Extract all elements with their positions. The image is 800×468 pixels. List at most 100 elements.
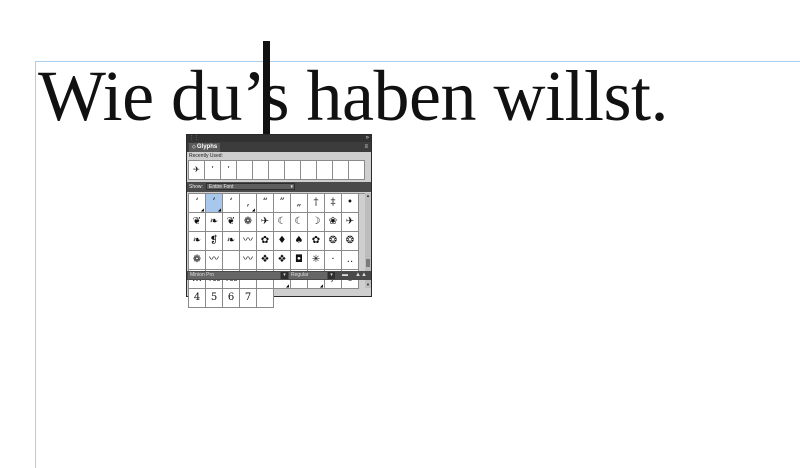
glyph-cell[interactable]: 4 xyxy=(189,289,206,308)
scroll-thumb[interactable] xyxy=(366,259,370,267)
glyph-cell[interactable]: 5 xyxy=(206,289,223,308)
glyph-cell[interactable]: ♠ xyxy=(291,232,308,251)
glyph-cell[interactable]: 6 xyxy=(223,289,240,308)
scroll-up-icon[interactable]: ▲ xyxy=(365,194,371,198)
tab-glyphs-label: Glyphs xyxy=(196,144,218,150)
glyph-cell[interactable]: ❧ xyxy=(223,232,240,251)
glyph-cell[interactable]: ❧ xyxy=(189,232,206,251)
alternates-triangle-icon[interactable]: ◢ xyxy=(218,208,221,212)
glyph-character: † xyxy=(313,197,319,208)
recent-glyph-cell[interactable] xyxy=(237,161,253,180)
glyph-character: 6 xyxy=(227,292,235,303)
glyph-character: ❖ xyxy=(277,254,287,265)
glyph-cell[interactable]: ‥ xyxy=(342,251,359,270)
collapse-icon[interactable]: » xyxy=(366,135,369,141)
glyph-cell[interactable]: ☾ xyxy=(291,213,308,232)
glyph-cell[interactable]: ✈ xyxy=(342,213,359,232)
glyph-cell[interactable]: ♦ xyxy=(274,232,291,251)
glyph-grid: ‘◢’ ◢ ‘‚ ◢ “” „ † ‡ • ❦ ❧ ❦ ❁ ✈ ☾ ☾ ☽ ❀ ✈ ❧ ❡ ❧ 〰 ✿ ♦ ♠ ✿ ❂ ❂ ❁ 〰〰 ❖ ❖ ◘ ✳… xyxy=(188,193,365,308)
zoom-in-icon[interactable]: ▲▲ xyxy=(354,272,368,279)
glyph-cell[interactable]: · xyxy=(325,251,342,270)
recent-glyph-cell[interactable] xyxy=(253,161,269,180)
recently-used-label: Recently Used: xyxy=(189,153,223,159)
font-style-dropdown-icon[interactable]: ▾ xyxy=(328,272,335,279)
glyph-cell[interactable]: “ xyxy=(257,194,274,213)
recent-glyph-cell[interactable] xyxy=(349,161,365,180)
glyph-cell[interactable]: ☽ xyxy=(308,213,325,232)
recent-glyph-cell[interactable]: ’ xyxy=(221,161,237,180)
glyph-cell[interactable] xyxy=(223,251,240,270)
recent-glyph-cell[interactable] xyxy=(317,161,333,180)
glyph-cell[interactable]: ✿ xyxy=(308,232,325,251)
panel-grip-icon[interactable]: ⋮⋮ xyxy=(189,136,199,141)
recently-used-row: ✈’’ xyxy=(188,160,365,180)
glyphs-panel: ⋮⋮ » ◇Glyphs ≡ Recently Used: ✈’’ Show: … xyxy=(186,134,372,308)
glyph-cell[interactable]: ❦ xyxy=(223,213,240,232)
glyph-cell[interactable]: ☾ xyxy=(274,213,291,232)
panel-title-bar[interactable]: ⋮⋮ » xyxy=(187,135,371,142)
glyph-cell[interactable]: 〰 xyxy=(240,251,257,270)
tab-glyphs[interactable]: ◇Glyphs xyxy=(189,143,221,152)
glyph-cell[interactable]: ’ ◢ xyxy=(206,194,223,213)
glyph-character: ’ xyxy=(212,197,216,208)
glyph-cell[interactable]: ❂ xyxy=(325,232,342,251)
alternates-triangle-icon[interactable]: ◢ xyxy=(320,284,323,288)
alternates-triangle-icon[interactable]: ◢ xyxy=(286,284,289,288)
recent-glyph-cell[interactable]: ✈ xyxy=(189,161,205,180)
glyph-cell[interactable]: ◘ xyxy=(291,251,308,270)
glyph-cell[interactable]: ‡ xyxy=(325,194,342,213)
glyph-character: ❁ xyxy=(192,254,202,265)
glyph-cell[interactable]: ❧ xyxy=(206,213,223,232)
glyph-cell[interactable]: ❡ xyxy=(206,232,223,251)
glyph-cell[interactable]: ‚ ◢ xyxy=(240,194,257,213)
glyph-cell[interactable]: 〰 xyxy=(206,251,223,270)
glyph-cell[interactable] xyxy=(257,289,274,308)
glyph-cell[interactable]: ❀ xyxy=(325,213,342,232)
glyph-cell[interactable]: ❦ xyxy=(189,213,206,232)
glyph-character: ” xyxy=(279,197,285,208)
font-family-field[interactable]: Minion Pro xyxy=(188,272,280,279)
glyph-cell[interactable]: ❁ xyxy=(240,213,257,232)
glyph-character: 4 xyxy=(193,292,201,303)
glyph-character: ‘ xyxy=(195,197,199,208)
glyph-cell[interactable]: 7 xyxy=(240,289,257,308)
recent-glyph-cell[interactable] xyxy=(333,161,349,180)
glyph-cell[interactable]: † xyxy=(308,194,325,213)
glyph-cell[interactable]: „ xyxy=(291,194,308,213)
glyph-character: ✳ xyxy=(311,254,321,265)
alternates-triangle-icon[interactable]: ◢ xyxy=(201,208,204,212)
show-dropdown[interactable]: Entire Font ▾ xyxy=(206,183,295,190)
font-style-field[interactable]: Regular xyxy=(289,272,327,279)
glyph-cell[interactable]: ” xyxy=(274,194,291,213)
vertical-guide xyxy=(35,61,36,468)
glyph-cell[interactable]: ❁ xyxy=(189,251,206,270)
recent-glyph-cell[interactable] xyxy=(301,161,317,180)
text-cursor xyxy=(263,41,270,134)
document-text[interactable]: Wie du’s haben willst. xyxy=(38,52,669,140)
glyph-character: • xyxy=(347,197,353,208)
zoom-out-icon[interactable]: ▬ xyxy=(340,272,350,279)
glyph-character: ♠ xyxy=(294,235,304,246)
glyph-character: ❦ xyxy=(226,216,236,227)
glyph-cell[interactable]: ✿ xyxy=(257,232,274,251)
glyph-cell[interactable]: ‘ xyxy=(223,194,240,213)
glyph-cell[interactable]: • xyxy=(342,194,359,213)
glyph-cell[interactable]: ‘◢ xyxy=(189,194,206,213)
glyph-cell[interactable]: ❖ xyxy=(257,251,274,270)
recent-glyph-cell[interactable] xyxy=(269,161,285,180)
panel-menu-icon[interactable]: ≡ xyxy=(364,143,368,151)
glyph-character: ❧ xyxy=(209,216,219,227)
glyph-cell[interactable]: ❖ xyxy=(274,251,291,270)
alternates-triangle-icon[interactable]: ◢ xyxy=(252,208,255,212)
recent-glyph-cell[interactable] xyxy=(285,161,301,180)
show-dropdown-value: Entire Font xyxy=(209,184,234,190)
glyph-cell[interactable]: ❂ xyxy=(342,232,359,251)
font-family-dropdown-icon[interactable]: ▾ xyxy=(281,272,288,279)
glyph-cell[interactable]: ✳ xyxy=(308,251,325,270)
scroll-down-icon[interactable]: ▼ xyxy=(365,283,371,287)
glyph-character: ❂ xyxy=(345,235,355,246)
glyph-character: ♦ xyxy=(277,235,287,246)
glyph-cell[interactable]: ✈ xyxy=(257,213,274,232)
glyph-cell[interactable]: 〰 xyxy=(240,232,257,251)
recent-glyph-cell[interactable]: ’ xyxy=(205,161,221,180)
